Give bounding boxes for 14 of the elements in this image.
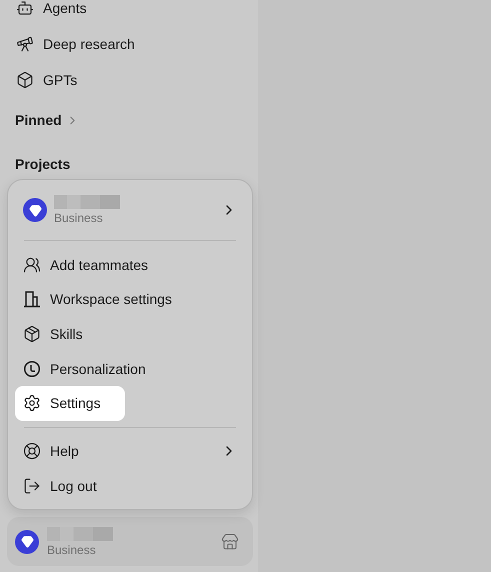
- section-heading[interactable]: Projects: [0, 153, 258, 175]
- menu-item[interactable]: Skills: [15, 316, 245, 352]
- plan-label: Business: [54, 211, 104, 226]
- nav-item[interactable]: Deep research: [6, 26, 252, 62]
- nav-item[interactable]: Agents: [6, 0, 252, 26]
- section-heading[interactable]: Pinned: [0, 109, 258, 131]
- nav-item[interactable]: GPTs: [6, 62, 252, 98]
- menu-item[interactable]: Workspace settings: [15, 282, 245, 317]
- menu-item[interactable]: Settings: [15, 386, 125, 421]
- menu-item[interactable]: Personalization: [15, 351, 245, 386]
- plan-label: Business: [47, 542, 97, 556]
- menu-item[interactable]: Help: [15, 434, 245, 468]
- menu-item[interactable]: Add teammates: [15, 247, 245, 282]
- menu-item[interactable]: Log out: [15, 468, 245, 504]
